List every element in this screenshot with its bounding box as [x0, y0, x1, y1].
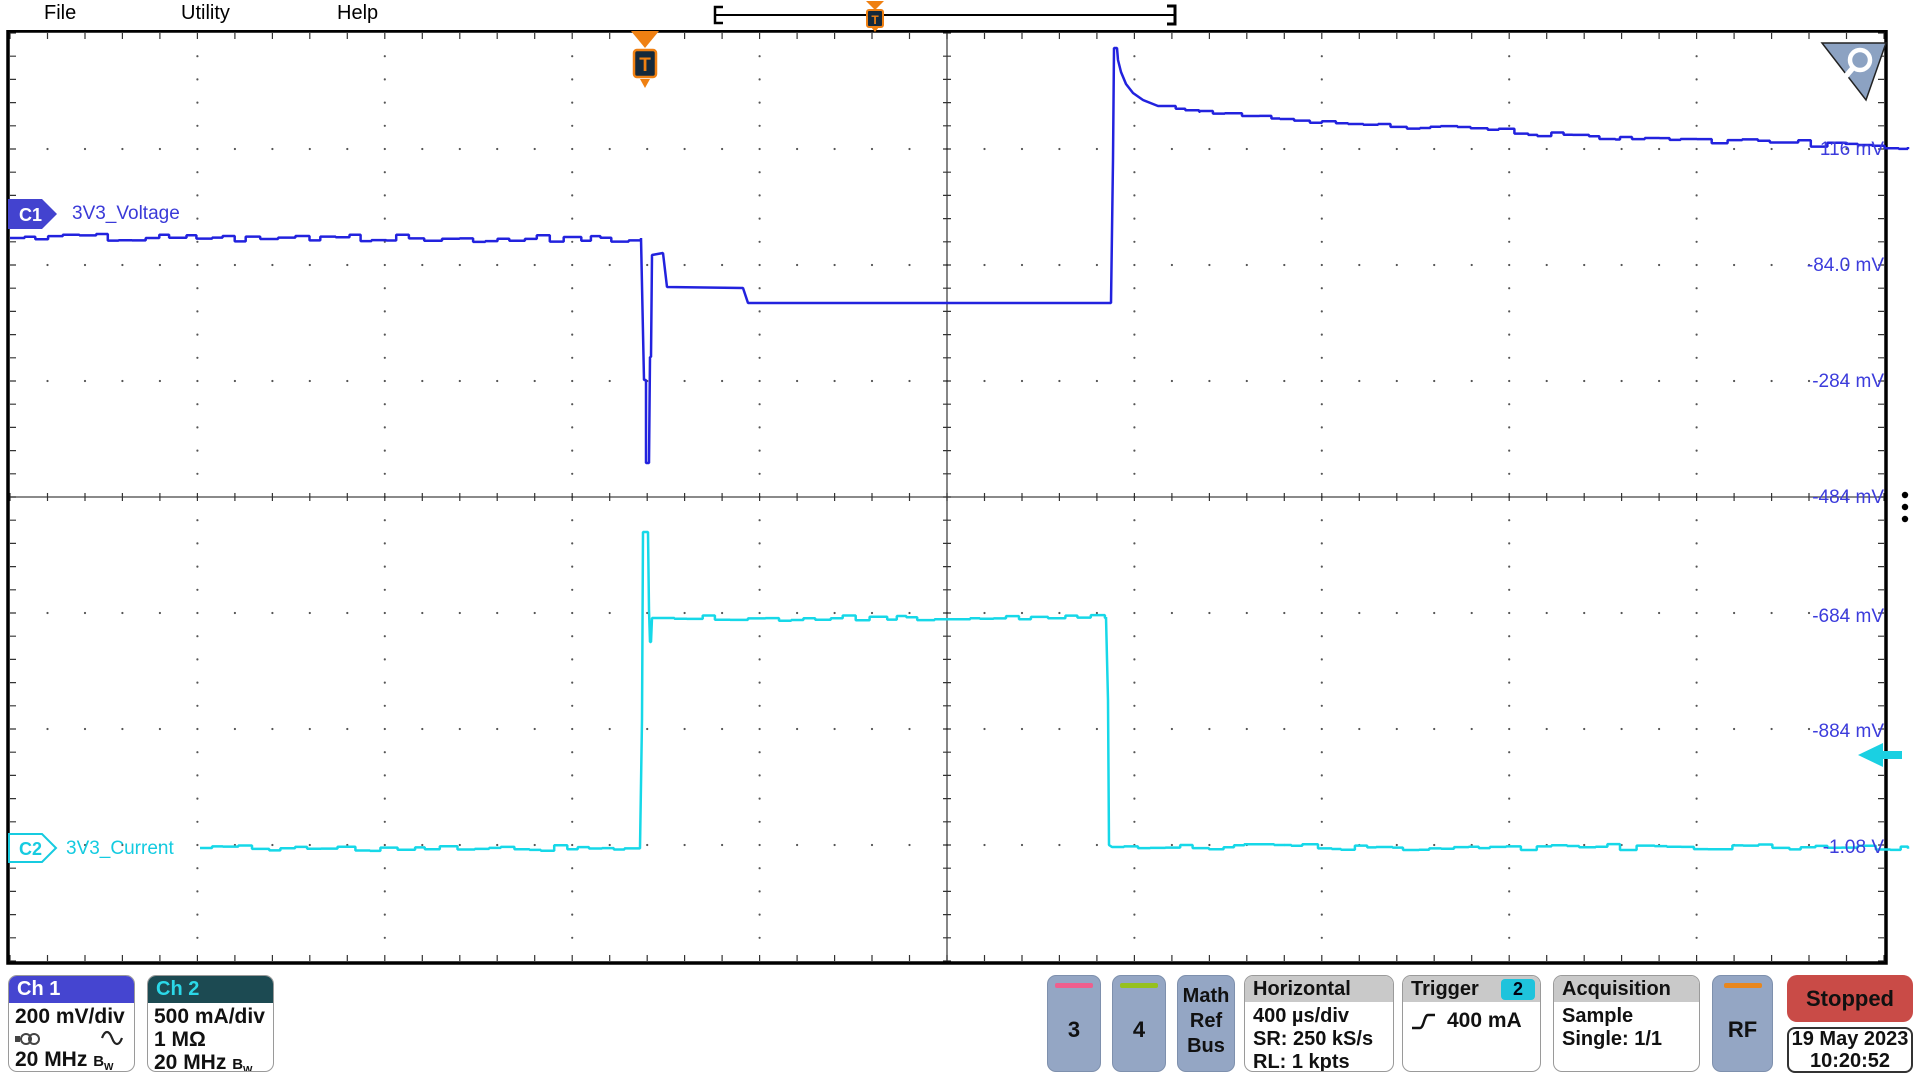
channel2-panel[interactable]: Ch 2 500 mA/div 1 MΩ 20 MHz BW — [147, 975, 274, 1072]
channel2-bandwidth: 20 MHz — [154, 1051, 227, 1072]
acquisition-title: Acquisition — [1554, 976, 1699, 1002]
horizontal-panel[interactable]: Horizontal 400 µs/div SR: 250 kS/s RL: 1… — [1244, 975, 1394, 1072]
record-length: RL: 1 kpts — [1253, 1051, 1350, 1072]
zoom-corner-button[interactable] — [1820, 40, 1890, 104]
waveform-C2[interactable] — [200, 530, 1910, 853]
acquisition-mode: Sample — [1562, 1005, 1634, 1027]
status-bar: Ch 1 200 mV/div 20 MHz BW Ch 2 500 mA/di… — [0, 968, 1920, 1080]
channel1-bandwidth: 20 MHz — [15, 1048, 88, 1071]
svg-text:C1: C1 — [19, 205, 42, 225]
math-ref-bus-button[interactable]: Math Ref Bus — [1177, 975, 1235, 1072]
ref-label: Ref — [1189, 1010, 1223, 1032]
trigger-panel[interactable]: Trigger 2 400 mA — [1402, 975, 1541, 1072]
ac-coupling-icon — [100, 1030, 124, 1046]
axis-label: -884 mV — [1812, 721, 1884, 742]
channel2-title: Ch 2 — [148, 976, 273, 1003]
channel4-label: 4 — [1132, 1016, 1146, 1042]
axis-label: -484 mV — [1812, 487, 1884, 508]
svg-text:C2: C2 — [19, 839, 42, 859]
horizontal-title: Horizontal — [1245, 976, 1393, 1002]
channel-badge-c2[interactable]: C2 — [8, 833, 60, 864]
waveform-display — [6, 29, 1910, 965]
svg-text:T: T — [639, 55, 651, 76]
channel1-title: Ch 1 — [9, 976, 134, 1003]
rf-label: RF — [1727, 1016, 1758, 1042]
more-menu-dots[interactable] — [1899, 489, 1913, 529]
horizontal-position-bar[interactable]: T — [0, 0, 1920, 32]
probe-coupling-icon — [15, 1032, 40, 1045]
menubar: File Utility Help T — [0, 0, 1920, 32]
sample-rate: SR: 250 kS/s — [1253, 1028, 1374, 1050]
channel1-scale: 200 mV/div — [15, 1005, 125, 1028]
axis-label: -284 mV — [1812, 371, 1884, 392]
run-state-badge[interactable]: Stopped — [1787, 975, 1913, 1022]
axis-label: -1.08 V — [1822, 837, 1884, 858]
channel1-panel[interactable]: Ch 1 200 mV/div 20 MHz BW — [8, 975, 135, 1072]
trigger-level-arrow[interactable] — [1858, 742, 1908, 769]
date: 19 May 2023 — [1791, 1028, 1909, 1050]
axis-label: -684 mV — [1812, 606, 1884, 627]
trigger-title: Trigger — [1411, 978, 1479, 1000]
trigger-position-marker[interactable]: T — [630, 31, 660, 93]
channel-badge-c1[interactable]: C1 — [8, 199, 60, 230]
acquisition-panel[interactable]: Acquisition Sample Single: 1/1 — [1553, 975, 1700, 1072]
channel-label-c2: 3V3_Current — [66, 838, 174, 859]
axis-label: -84.0 mV — [1806, 255, 1884, 276]
record-trigger-position-marker[interactable]: T — [866, 1, 884, 32]
channel2-scale: 500 mA/div — [154, 1005, 265, 1028]
channel3-label: 3 — [1067, 1016, 1081, 1042]
trigger-level: 400 mA — [1447, 1009, 1522, 1032]
channel2-impedance: 1 MΩ — [154, 1028, 206, 1051]
oscilloscope-screen: File Utility Help T T C1 3V3_Voltage C2 … — [0, 0, 1920, 1080]
datetime-display: 19 May 2023 10:20:52 — [1787, 1027, 1913, 1073]
axis-label: 116 mV — [1819, 139, 1884, 160]
time: 10:20:52 — [1809, 1050, 1891, 1072]
math-label: Math — [1182, 985, 1230, 1007]
bandwidth-limit-icon: BW — [93, 1053, 114, 1072]
channel4-button[interactable]: 4 — [1112, 975, 1166, 1072]
waveform-C1[interactable] — [10, 46, 1910, 465]
channel-label-c1: 3V3_Voltage — [72, 203, 180, 224]
rising-edge-icon — [1412, 1013, 1435, 1030]
channel3-button[interactable]: 3 — [1047, 975, 1101, 1072]
bandwidth-limit-icon: BW — [232, 1056, 253, 1072]
rf-button[interactable]: RF — [1712, 975, 1773, 1072]
svg-text:T: T — [871, 13, 879, 27]
acquisition-single: Single: 1/1 — [1562, 1028, 1663, 1050]
horizontal-scale: 400 µs/div — [1253, 1005, 1350, 1027]
trigger-source-badge: 2 — [1501, 978, 1535, 1000]
bus-label: Bus — [1187, 1035, 1225, 1057]
